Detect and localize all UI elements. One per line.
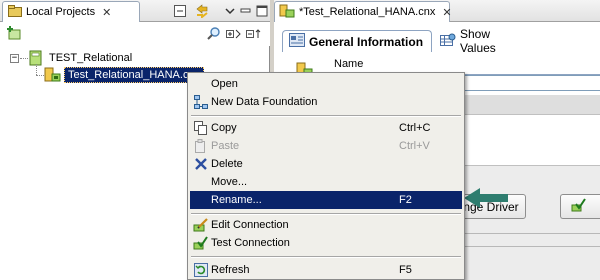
menu-item-delete[interactable]: Delete	[190, 155, 462, 173]
menu-item-paste[interactable]: Paste Ctrl+V	[190, 137, 462, 155]
connection-label: Test_Relational_HANA.cnx	[64, 67, 205, 83]
local-projects-toolbar	[0, 22, 270, 46]
tree-connector	[20, 58, 28, 59]
menu-item-rename[interactable]: Rename... F2	[190, 191, 462, 209]
pointer-arrow-icon	[464, 188, 508, 208]
menu-item-refresh[interactable]: Refresh F5	[190, 261, 462, 279]
tab-general-information-label: General Information	[309, 34, 424, 49]
tab-local-projects-label: Local Projects	[26, 6, 96, 18]
refresh-icon	[193, 262, 209, 278]
editor-tab-label: *Test_Relational_HANA.cnx	[299, 6, 436, 18]
menu-item-label: New Data Foundation	[211, 96, 318, 108]
local-projects-tabbar: Local Projects ✕	[0, 0, 270, 22]
context-menu: Open New Data Foundation Copy Ctrl+C Pas…	[187, 72, 465, 280]
tab-local-projects[interactable]: Local Projects ✕	[2, 1, 140, 22]
menu-separator	[191, 115, 461, 117]
copy-icon	[193, 120, 209, 136]
show-values-icon	[440, 33, 456, 50]
minimize-icon[interactable]	[238, 3, 254, 19]
menu-item-shortcut: F2	[399, 194, 412, 206]
menu-item-shortcut: Ctrl+V	[399, 140, 430, 152]
menu-item-test-connection[interactable]: Test Connection	[190, 234, 462, 252]
menu-item-label: Open	[211, 78, 238, 90]
link-with-editor-icon[interactable]	[194, 3, 210, 19]
test-connection-icon	[193, 235, 209, 251]
edit-connection-icon	[193, 217, 209, 233]
new-project-icon[interactable]	[6, 25, 22, 41]
tab-show-values[interactable]: Show Values	[434, 27, 534, 55]
menu-item-label: Paste	[211, 140, 240, 152]
test-connection-button[interactable]	[560, 194, 600, 219]
menu-separator	[191, 213, 461, 215]
connection-file-icon	[279, 4, 295, 21]
editor-tabbar: *Test_Relational_HANA.cnx ✕	[274, 0, 600, 22]
menu-separator	[191, 256, 461, 258]
collapse-all-icon[interactable]	[172, 3, 188, 19]
test-connection-icon	[571, 198, 587, 215]
menu-item-label: Rename...	[211, 194, 262, 206]
delete-icon	[193, 156, 209, 172]
tree-connector	[36, 75, 44, 76]
project-label: TEST_Relational	[49, 52, 133, 64]
menu-item-copy[interactable]: Copy Ctrl+C	[190, 119, 462, 137]
tab-general-information[interactable]: General Information	[282, 30, 432, 52]
menu-item-edit-connection[interactable]: Edit Connection	[190, 216, 462, 234]
local-projects-icon	[8, 4, 22, 20]
collapse-tree-icon[interactable]	[246, 26, 262, 42]
tree-item-project[interactable]: − TEST_Relational	[10, 50, 132, 66]
data-foundation-icon	[193, 94, 209, 110]
collapse-node-icon[interactable]: −	[10, 53, 19, 63]
menu-item-open[interactable]: Open	[190, 75, 462, 93]
menu-item-label: Test Connection	[211, 237, 290, 249]
menu-item-label: Copy	[211, 122, 237, 134]
menu-item-shortcut: Ctrl+C	[399, 122, 431, 134]
name-label: Name	[334, 58, 364, 70]
menu-item-label: Move...	[211, 176, 248, 188]
close-icon[interactable]: ✕	[442, 6, 451, 19]
menu-item-new-data-foundation[interactable]: New Data Foundation	[190, 93, 462, 111]
view-menu-icon[interactable]	[222, 3, 238, 19]
connection-file-icon	[44, 67, 62, 83]
menu-item-label: Refresh	[211, 264, 250, 276]
project-icon	[29, 50, 45, 66]
tab-connection-editor[interactable]: *Test_Relational_HANA.cnx ✕	[274, 1, 452, 22]
menu-item-move[interactable]: Move...	[190, 173, 462, 191]
menu-item-label: Edit Connection	[211, 219, 289, 231]
maximize-icon[interactable]	[254, 3, 270, 19]
paste-icon	[193, 138, 209, 154]
search-icon[interactable]	[206, 26, 222, 42]
general-info-icon	[289, 33, 305, 50]
tree-connector-vertical	[36, 64, 37, 75]
editor-subtabs: General Information Show Values	[274, 22, 600, 75]
menu-item-label: Delete	[211, 158, 243, 170]
tab-show-values-label: Show Values	[460, 27, 496, 55]
tree-item-connection[interactable]: Test_Relational_HANA.cnx	[44, 67, 205, 83]
expand-all-icon[interactable]	[226, 26, 242, 42]
menu-item-shortcut: F5	[399, 264, 412, 276]
close-icon[interactable]: ✕	[102, 6, 111, 19]
